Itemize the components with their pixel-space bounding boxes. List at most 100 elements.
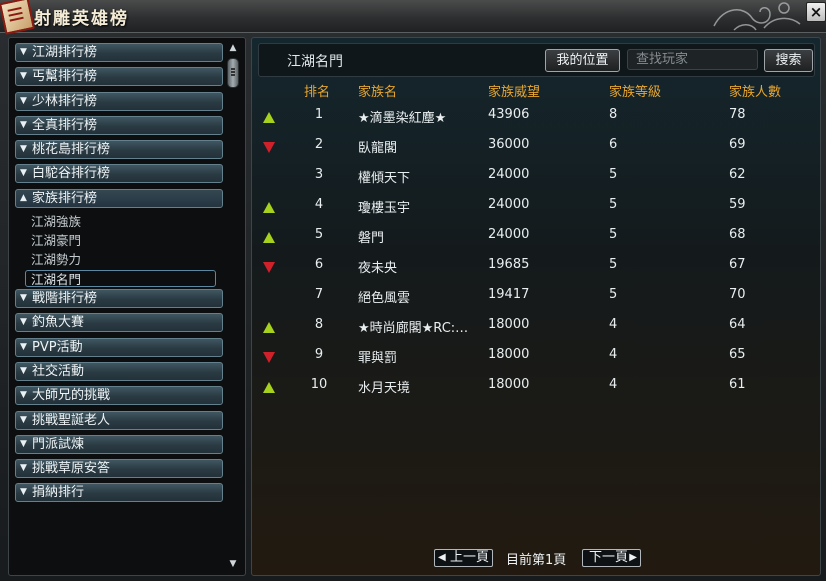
ranking-header: 江湖名門 我的位置 搜索: [258, 43, 815, 77]
family-name-cell: 夜未央: [358, 261, 398, 276]
search-button[interactable]: 搜索: [764, 49, 813, 72]
family-name-cell: 權傾天下: [358, 171, 411, 186]
members-cell: 59: [729, 197, 746, 212]
sidebar-category-label: 桃花島排行榜: [32, 142, 111, 158]
table-row[interactable]: 9 罪與罰 18000 4 65: [252, 341, 818, 371]
scroll-down-arrow-icon[interactable]: ▼: [227, 558, 239, 570]
sidebar-category-label: 挑戰草原安答: [32, 461, 111, 477]
level-cell: 4: [609, 347, 618, 362]
rank-down-arrow-icon: [263, 352, 275, 363]
column-header-family-name: 家族名: [358, 85, 398, 100]
sidebar-subitem[interactable]: 江湖豪門: [15, 232, 223, 249]
chevron-down-icon: ▼: [20, 487, 27, 498]
chevron-down-icon: ▼: [20, 47, 27, 57]
scroll-book-icon: [0, 0, 35, 35]
pager: ◀ 上一頁 目前第1頁 下一頁 ▶: [252, 549, 818, 569]
members-cell: 70: [729, 287, 746, 302]
family-name-cell: 罪與罰: [358, 351, 398, 366]
members-cell: 61: [729, 377, 746, 392]
sidebar-category[interactable]: ▼ 戰階排行榜: [15, 289, 223, 309]
prev-page-label: 上一頁: [450, 550, 490, 565]
sidebar-category-label: PVP活動: [32, 339, 83, 355]
sidebar-category[interactable]: ▼ 江湖排行榜: [15, 43, 223, 62]
column-header-members: 家族人數: [729, 85, 782, 100]
scroll-up-arrow-icon[interactable]: ▲: [227, 42, 239, 54]
sidebar-category[interactable]: ▼ 全真排行榜: [15, 115, 223, 135]
sidebar-category[interactable]: ▼ 大師兄的挑戰: [15, 386, 223, 406]
prev-page-button[interactable]: ◀ 上一頁: [434, 549, 493, 567]
members-cell: 78: [729, 107, 746, 122]
chevron-down-icon: ▼: [20, 71, 27, 82]
scroll-thumb[interactable]: [227, 58, 239, 88]
rank-up-arrow-icon: [263, 382, 275, 393]
level-cell: 5: [609, 227, 618, 242]
sidebar-subitem[interactable]: 江湖名門: [25, 270, 216, 288]
level-cell: 5: [609, 167, 618, 182]
rank-cell: 9: [314, 347, 324, 362]
table-row[interactable]: 6 夜未央 19685 5 67: [252, 251, 818, 281]
right-triangle-icon: ▶: [629, 552, 637, 563]
prestige-cell: 18000: [488, 377, 530, 392]
rank-up-arrow-icon: [263, 202, 275, 213]
chevron-down-icon: ▼: [20, 438, 27, 449]
table-row[interactable]: 10 水月天境 18000 4 61: [252, 371, 818, 401]
chevron-down-icon: ▼: [20, 168, 27, 179]
sidebar-category[interactable]: ▼ 桃花島排行榜: [15, 140, 223, 160]
level-cell: 4: [609, 377, 618, 392]
sidebar-category[interactable]: ▼ 釣魚大賽: [15, 313, 223, 333]
ranking-window: 射雕英雄榜 × ▼ 江湖排行榜 ▼ 丐幫排行榜 ▼ 少林排行榜 ▼ 全真排行榜 ▼ 桃花島排行榜 ▼…: [0, 0, 826, 581]
cloud-ornament-icon: [713, 2, 801, 31]
sidebar-category[interactable]: ▲ 家族排行榜: [15, 188, 223, 208]
family-name-cell: 水月天境: [358, 381, 411, 396]
members-cell: 68: [729, 227, 746, 242]
sidebar-category[interactable]: ▼ 少林排行榜: [15, 91, 223, 111]
sidebar-category-label: 家族排行榜: [32, 190, 98, 206]
category-menu: ▼ 江湖排行榜 ▼ 丐幫排行榜 ▼ 少林排行榜 ▼ 全真排行榜 ▼ 桃花島排行榜 ▼ 白駝谷排行榜 ▲ 家…: [15, 43, 223, 508]
column-header-rank: 排名: [304, 85, 331, 100]
sidebar-category[interactable]: ▼ 白駝谷排行榜: [15, 164, 223, 184]
my-position-button[interactable]: 我的位置: [545, 49, 620, 72]
sidebar-subitem[interactable]: 江湖勢力: [15, 251, 223, 268]
table-row[interactable]: 1 ★滴墨染紅塵★ 43906 8 78: [252, 101, 818, 131]
table-row[interactable]: 2 臥龍閣 36000 6 69: [252, 131, 818, 161]
sidebar-category[interactable]: ▼ 社交活動: [15, 361, 223, 381]
sidebar-category-label: 門派試煉: [32, 436, 85, 452]
sidebar-category[interactable]: ▼ 挑戰草原安答: [15, 459, 223, 479]
sidebar-category-label: 江湖排行榜: [32, 45, 98, 60]
sidebar-category-label: 白駝谷排行榜: [32, 166, 111, 182]
column-header-prestige: 家族威望: [488, 85, 541, 100]
prestige-cell: 18000: [488, 347, 530, 362]
sidebar-category[interactable]: ▼ 丐幫排行榜: [15, 67, 223, 87]
rank-cell: 2: [314, 137, 324, 152]
members-cell: 67: [729, 257, 746, 272]
table-row[interactable]: 4 瓊樓玉宇 24000 5 59: [252, 191, 818, 221]
sidebar-category-label: 釣魚大賽: [32, 315, 85, 331]
family-name-cell: 瓊樓玉宇: [358, 201, 411, 216]
rank-cell: 5: [314, 227, 324, 242]
rank-up-arrow-icon: [263, 322, 275, 333]
family-name-cell: 絕色風雲: [358, 291, 411, 306]
table-row[interactable]: 5 磐門 24000 5 68: [252, 221, 818, 251]
chevron-down-icon: ▼: [20, 293, 27, 304]
table-row[interactable]: 7 絕色風雲 19417 5 70: [252, 281, 818, 311]
sidebar-subitem[interactable]: 江湖強族: [15, 213, 223, 230]
level-cell: 5: [609, 287, 618, 302]
sidebar-category[interactable]: ▼ 挑戰聖誕老人: [15, 410, 223, 430]
level-cell: 5: [609, 197, 618, 212]
sidebar-category[interactable]: ▼ PVP活動: [15, 337, 223, 357]
chevron-down-icon: ▼: [20, 414, 27, 425]
table-row[interactable]: 8 ★時尚廊閣★RC:… 18000 4 64: [252, 311, 818, 341]
sidebar-category-label: 捐納排行: [32, 485, 85, 501]
members-cell: 69: [729, 137, 746, 152]
ranking-title: 江湖名門: [287, 54, 343, 70]
category-scrollbar[interactable]: ▲ ▼: [227, 42, 239, 570]
sidebar-category[interactable]: ▼ 門派試煉: [15, 434, 223, 454]
player-search-input[interactable]: [627, 49, 758, 70]
close-button[interactable]: ×: [806, 2, 826, 22]
sidebar-category[interactable]: ▼ 捐納排行: [15, 483, 223, 503]
next-page-button[interactable]: 下一頁 ▶: [582, 549, 641, 567]
rank-cell: 10: [310, 377, 328, 392]
rank-cell: 3: [314, 167, 324, 182]
table-row[interactable]: 3 權傾天下 24000 5 62: [252, 161, 818, 191]
title-bar[interactable]: 射雕英雄榜 ×: [0, 0, 826, 35]
